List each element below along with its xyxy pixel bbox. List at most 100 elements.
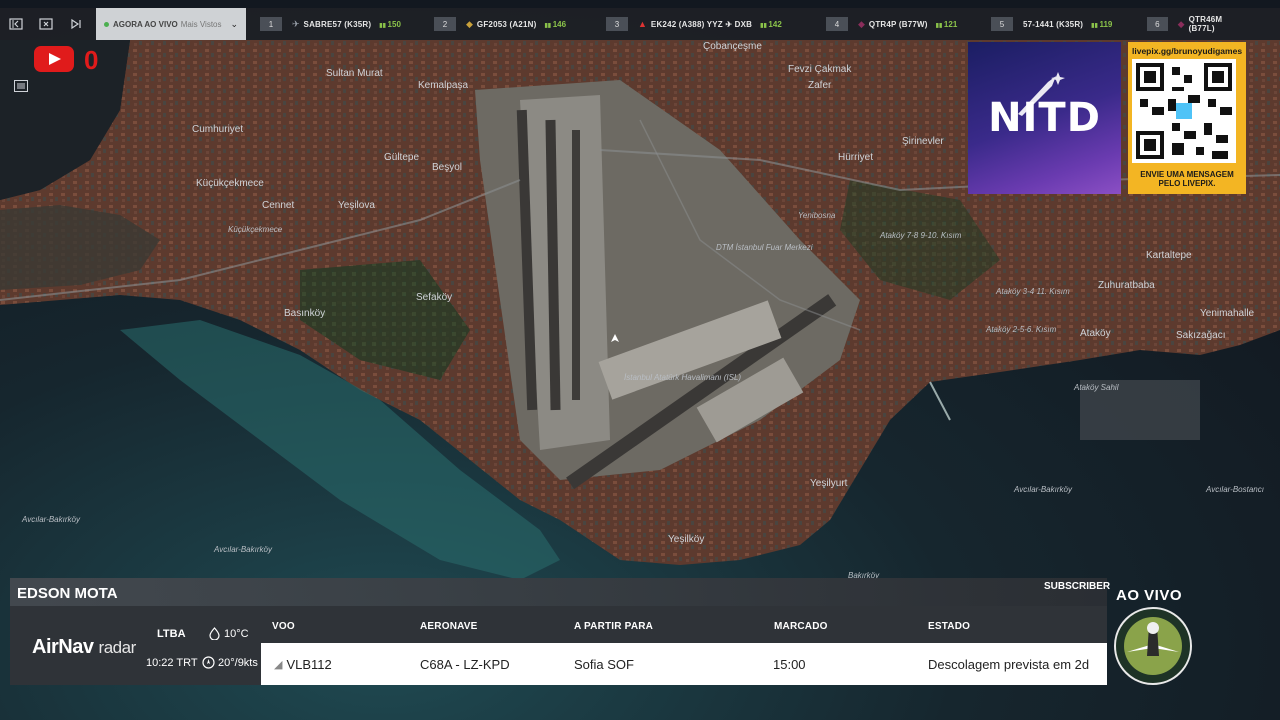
ticker-count: 146 (544, 20, 566, 29)
map-label: Cennet (262, 200, 294, 211)
map-label: Yeşilköy (668, 534, 704, 545)
wind-compass-icon (202, 656, 215, 669)
ticker-count: 142 (760, 20, 781, 29)
map-label: Beşyol (432, 162, 462, 173)
ticker-item[interactable]: 1 ✈ SABRE57 (K35R) 150 (260, 8, 434, 40)
map-label: Şirinevler (902, 136, 944, 147)
livepix-qr-panel[interactable]: livepix.gg/brunoyudigames ENVIE UMA MENS… (1128, 42, 1246, 194)
qr-url: livepix.gg/brunoyudigames (1132, 46, 1243, 56)
ticker-rank: 4 (826, 17, 848, 31)
channel-badge-icon (1114, 607, 1192, 685)
ticker-rank: 1 (260, 17, 282, 31)
ticker-flight: 57-1441 (K35R) (1023, 19, 1084, 29)
map-label: Kemalpaşa (418, 80, 468, 91)
column-header-status: ESTADO (928, 621, 971, 632)
ticker-item[interactable]: 3 ▲ EK242 (A388) YYZ ✈ DXB 142 (606, 8, 826, 40)
youtube-icon[interactable] (34, 46, 74, 72)
list-icon (14, 80, 28, 92)
airline-icon: ◆ (1177, 18, 1185, 29)
ticker-flight: GF2053 (A21N) (476, 19, 537, 29)
map-label: Küçükçekmece (196, 178, 264, 189)
ticker-flight: SABRE57 (K35R) (303, 19, 372, 29)
collapse-left-icon (9, 18, 23, 30)
row-flight-cell: ◢ VLB112 (274, 657, 332, 672)
column-header-scheduled: MARCADO (774, 621, 828, 632)
map-label: DTM İstanbul Fuar Merkezi (716, 243, 813, 252)
row-status: Descolagem prevista em 2d (928, 657, 1090, 672)
map-label: Sefaköy (416, 292, 452, 303)
rocket-icon (1018, 72, 1065, 116)
map-label: Cumhuriyet (192, 124, 243, 135)
map-label: Yeşilyurt (810, 478, 848, 489)
map-label: Zafer (808, 80, 832, 91)
wind-value: 20°/9kts (218, 656, 258, 669)
streamer-name: EDSON MOTA (17, 585, 118, 602)
map-label: Çobançeşme (703, 41, 762, 52)
ticker-item[interactable]: 6 ◆ QTR46M (B77L) (1147, 8, 1247, 40)
ticker-count: 121 (936, 20, 957, 29)
column-header-flight: VOO (272, 621, 295, 632)
brand-bold: AirNav (32, 636, 94, 658)
map-label: Yenimahalle (1200, 308, 1255, 319)
weather-wind: 20°/9kts (202, 656, 258, 669)
close-box-icon (39, 18, 53, 30)
top-bar: AGORA AO VIVO Mais Vistos ⌄ 1 ✈ SABRE57 … (0, 8, 1280, 40)
ticker-rank: 2 (434, 17, 456, 31)
row-aircraft: C68A - LZ-KPD (420, 657, 510, 672)
ticker-item[interactable]: 5 57-1441 (K35R) 119 (991, 8, 1147, 40)
map-label: Ataköy 3-4 11. Kısım (995, 287, 1070, 296)
ticker-rank: 3 (606, 17, 628, 31)
map-label: Sultan Murat (326, 68, 383, 79)
ticker-flight: QTR46M (B77L) (1188, 15, 1223, 33)
airline-icon: ◆ (466, 18, 473, 29)
ticker-flight: QTR4P (B77W) (868, 19, 928, 29)
map-label: Gültepe (384, 152, 419, 163)
collapse-panel-button[interactable] (2, 10, 30, 38)
temperature-drop-icon (209, 627, 220, 640)
qr-code-icon (1132, 59, 1236, 163)
map-label: Küçükçekmece (228, 225, 283, 234)
ticker-item[interactable]: 2 ◆ GF2053 (A21N) 146 (434, 8, 606, 40)
map-label: Ataköy 2-5-6. Kısım (985, 325, 1057, 334)
sponsor-banner[interactable]: NITD (968, 42, 1121, 194)
chevron-down-icon: ⌄ (230, 18, 238, 29)
departure-plane-icon: ◢ (274, 659, 283, 671)
ticker-item[interactable]: 4 ◆ QTR4P (B77W) 121 (826, 8, 991, 40)
subscriber-label: SUBSCRIBER (1044, 581, 1111, 592)
map-label: Hürriyet (838, 152, 873, 163)
row-scheduled: 15:00 (773, 657, 806, 672)
local-time: 10:22 TRT (146, 657, 198, 669)
layers-button[interactable] (12, 77, 30, 95)
row-flight: VLB112 (286, 657, 332, 672)
airnav-radar-logo: AirNav radar (32, 636, 136, 659)
map-label: Kartaltepe (1146, 250, 1192, 261)
airline-icon: ✈ (292, 18, 300, 29)
map-label: Avcılar-Bakırköy (213, 545, 273, 554)
airline-icon: ▲ (638, 19, 647, 29)
ticker-count: 150 (379, 20, 401, 29)
youtube-counter: 0 (84, 45, 99, 75)
ticker-rank: 5 (991, 17, 1013, 31)
close-panel-button[interactable] (32, 10, 60, 38)
map-label: Basınköy (284, 308, 325, 319)
airline-icon: ◆ (858, 18, 865, 29)
qr-call-to-action: ENVIE UMA MENSAGEM PELO LIVEPIX. (1140, 170, 1234, 188)
skip-next-icon (71, 18, 81, 30)
brand-light: radar (98, 638, 137, 657)
streamer-strip (10, 578, 1107, 606)
map-label: Fevzi Çakmak (788, 64, 852, 75)
ticker-flight: EK242 (A388) YYZ ✈ DXB (650, 19, 753, 29)
view-mode-dropdown[interactable]: AGORA AO VIVO Mais Vistos ⌄ (96, 8, 246, 40)
map-label: Yenibosna (798, 211, 836, 220)
next-button[interactable] (62, 10, 90, 38)
most-viewed-ticker: 1 ✈ SABRE57 (K35R) 150 2 ◆ GF2053 (A21N)… (260, 8, 1247, 40)
mode-live-label: AGORA AO VIVO (113, 19, 178, 29)
ticker-rank: 6 (1147, 17, 1168, 31)
mode-sub-label: Mais Vistos (180, 19, 222, 29)
live-dot-icon (104, 21, 109, 27)
map-label: Ataköy Sahil (1073, 383, 1119, 392)
map-label: Sakızağacı (1176, 330, 1225, 341)
map-label: Avcılar-Bakırköy (1013, 485, 1073, 494)
column-header-route: A PARTIR PARA (574, 621, 654, 632)
map-label: Zuhuratbaba (1098, 280, 1155, 291)
